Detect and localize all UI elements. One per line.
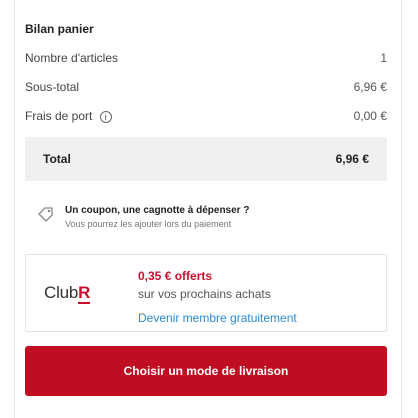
club-offer: 0,35 € offerts (138, 269, 213, 283)
row-item-count: Nombre d'articles 1 (25, 50, 387, 66)
row-value: 1 (380, 51, 387, 65)
coupon-subtitle: Vous pourrez les ajouter lors du paiemen… (65, 219, 232, 229)
info-icon[interactable]: i (99, 110, 112, 123)
club-logo-letter: R (78, 283, 91, 304)
coupon-info: Un coupon, une cagnotte à dépenser ? Vou… (37, 204, 381, 238)
choose-delivery-button[interactable]: Choisir un mode de livraison (25, 346, 387, 396)
become-member-link[interactable]: Devenir membre gratuitement (138, 311, 297, 325)
row-label-wrap: Frais de port i (25, 109, 112, 123)
row-value: 6,96 € (353, 80, 387, 94)
total-row: Total 6,96 € (25, 137, 387, 181)
club-subtitle: sur vos prochains achats (138, 287, 271, 301)
club-r-logo: ClubR (44, 283, 91, 304)
row-value: 0,00 € (353, 109, 387, 123)
row-shipping: Frais de port i 0,00 € (25, 108, 387, 124)
coupon-title: Un coupon, une cagnotte à dépenser ? (65, 205, 250, 216)
total-label: Total (43, 152, 71, 166)
club-r-card: ClubR 0,35 € offerts sur vos prochains a… (25, 254, 387, 332)
row-label: Nombre d'articles (25, 51, 118, 65)
club-logo-text: Club (44, 283, 79, 302)
total-value: 6,96 € (335, 152, 369, 166)
summary-title: Bilan panier (25, 22, 94, 36)
row-subtotal: Sous-total 6,96 € (25, 79, 387, 95)
row-label: Sous-total (25, 80, 80, 94)
coupon-text: Un coupon, une cagnotte à dépenser ? Vou… (65, 204, 249, 231)
cart-summary-panel: Bilan panier Nombre d'articles 1 Sous-to… (14, 0, 402, 418)
row-label: Frais de port (25, 109, 93, 123)
tag-icon (38, 207, 53, 222)
